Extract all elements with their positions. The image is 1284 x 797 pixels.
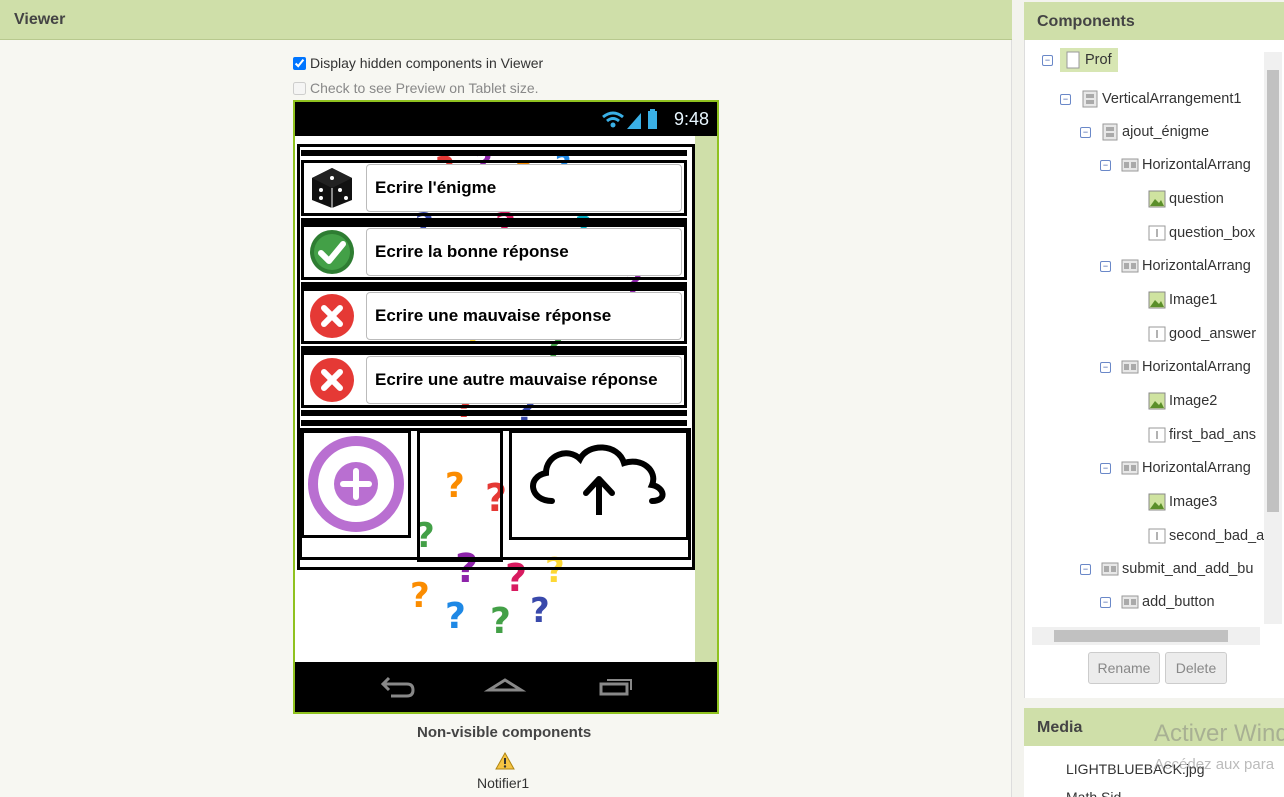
phone-preview: 9:48 ? ? ? ? ? ? ? ? ? ? ? ? ? ? ? ? Ecr… — [293, 100, 719, 714]
horizontal-arrangement-icon — [1121, 461, 1139, 475]
tree-node[interactable]: question_box — [1148, 221, 1255, 245]
status-icons — [602, 109, 657, 129]
tree-vertical-scrollbar[interactable] — [1264, 52, 1282, 624]
phone-status-bar: 9:48 — [295, 102, 717, 136]
non-visible-title: Non-visible components — [417, 724, 592, 741]
activation-watermark: Activer Wind — [1154, 720, 1284, 747]
cloud-upload-icon — [530, 444, 666, 515]
image-icon — [1148, 493, 1166, 511]
horizontal-arrangement-icon — [1121, 595, 1139, 609]
row-good-answer: Ecrire la bonne réponse — [301, 224, 687, 280]
arrangement-divider — [301, 420, 687, 426]
phone-screen: ? ? ? ? ? ? ? ? ? ? ? ? ? ? ? ? ? ? ? ? — [295, 136, 717, 664]
collapse-icon[interactable]: − — [1080, 126, 1091, 138]
image-icon — [1148, 291, 1166, 309]
tree-node[interactable]: − add_button — [1100, 590, 1215, 614]
collapse-icon[interactable]: − — [1100, 596, 1111, 608]
collapse-icon[interactable]: − — [1100, 260, 1111, 272]
row-bad-answer-1: Ecrire une mauvaise réponse — [301, 288, 687, 344]
tree-node[interactable]: second_bad_a — [1148, 524, 1264, 548]
spacer-cell — [417, 430, 503, 562]
vertical-arrangement-icon — [1102, 123, 1118, 141]
collapse-icon[interactable]: − — [1042, 54, 1053, 66]
tablet-preview-option[interactable]: Check to see Preview on Tablet size. — [293, 80, 539, 96]
notifier-icon — [495, 752, 515, 770]
tree-horizontal-scrollbar[interactable] — [1032, 627, 1260, 645]
scrollbar-thumb[interactable] — [1267, 70, 1279, 512]
screen-scroll-strip — [695, 136, 717, 664]
good-answer-button[interactable]: Ecrire la bonne réponse — [366, 228, 682, 276]
image-icon — [1148, 190, 1166, 208]
tree-node[interactable]: Image1 — [1148, 288, 1217, 312]
collapse-icon[interactable]: − — [1080, 563, 1091, 575]
horizontal-arrangement-icon — [1121, 360, 1139, 374]
add-button[interactable] — [301, 430, 411, 538]
tree-node[interactable]: − submit_and_add_bu — [1080, 557, 1253, 581]
tree-node[interactable]: Image2 — [1148, 389, 1217, 413]
scrollbar-thumb[interactable] — [1054, 630, 1228, 642]
dice-icon — [304, 163, 360, 213]
components-title: Components — [1037, 13, 1135, 30]
tree-node[interactable]: Image3 — [1148, 490, 1217, 514]
tree-node[interactable]: − HorizontalArrang — [1100, 355, 1251, 379]
phone-clock: 9:48 — [673, 109, 709, 129]
display-hidden-checkbox[interactable] — [293, 56, 306, 70]
tree-node[interactable]: − VerticalArrangement1 — [1060, 87, 1241, 111]
textbox-icon — [1148, 528, 1166, 544]
components-header: Components — [1024, 2, 1284, 40]
red-x-icon — [304, 291, 360, 341]
delete-button[interactable]: Delete — [1165, 652, 1227, 684]
tree-node[interactable]: − HorizontalArrang — [1100, 153, 1251, 177]
row-question: Ecrire l'énigme — [301, 160, 687, 216]
rename-button[interactable]: Rename — [1088, 652, 1160, 684]
arrangement-divider — [301, 150, 687, 156]
green-check-icon — [304, 227, 360, 277]
row-bad-answer-2: Ecrire une autre mauvaise réponse — [301, 352, 687, 408]
textbox-icon — [1148, 225, 1166, 241]
tree-node[interactable]: good_answer — [1148, 322, 1256, 346]
horizontal-arrangement-icon — [1121, 158, 1139, 172]
screen-icon — [1066, 51, 1080, 69]
tree-node[interactable]: − HorizontalArrang — [1100, 254, 1251, 278]
notifier-label[interactable]: Notifier1 — [477, 775, 529, 791]
display-hidden-label: Display hidden components in Viewer — [310, 55, 544, 71]
horizontal-arrangement-icon — [1101, 562, 1119, 576]
vertical-arrangement-icon — [1082, 90, 1098, 108]
tree-node[interactable]: − ajout_énigme — [1080, 120, 1209, 144]
tree-node-prof[interactable]: − Prof — [1042, 48, 1118, 72]
tablet-preview-label: Check to see Preview on Tablet size. — [310, 80, 539, 96]
home-icon — [483, 678, 527, 692]
arrangement-divider — [301, 410, 687, 416]
image-icon — [1148, 392, 1166, 410]
collapse-icon[interactable]: − — [1100, 361, 1111, 373]
tree-node[interactable]: first_bad_ans — [1148, 423, 1256, 447]
red-x-icon — [304, 355, 360, 405]
textbox-icon — [1148, 326, 1166, 342]
media-title: Media — [1037, 719, 1083, 736]
bad-answer-button[interactable]: Ecrire une mauvaise réponse — [366, 292, 682, 340]
display-hidden-option[interactable]: Display hidden components in Viewer — [293, 55, 543, 71]
recents-icon — [599, 679, 632, 696]
tree-node[interactable]: − HorizontalArrang — [1100, 456, 1251, 480]
back-icon — [380, 676, 415, 698]
tree-node[interactable]: question — [1148, 187, 1224, 211]
activation-watermark-subtitle: Accédez aux para — [1154, 756, 1275, 773]
submit-button[interactable] — [509, 430, 689, 540]
media-item[interactable]: Math Sid... — [1066, 789, 1133, 797]
collapse-icon[interactable]: − — [1060, 93, 1071, 105]
viewer-title: Viewer — [14, 11, 66, 28]
tablet-preview-checkbox[interactable] — [293, 81, 306, 95]
viewer-header: Viewer — [0, 0, 1012, 40]
collapse-icon[interactable]: − — [1100, 159, 1111, 171]
collapse-icon[interactable]: − — [1100, 462, 1111, 474]
app-root: Viewer Display hidden components in View… — [0, 0, 1284, 797]
component-tree: − Prof − VerticalArrangement1 − ajout_én… — [1032, 46, 1264, 626]
horizontal-arrangement-icon — [1121, 259, 1139, 273]
phone-nav-bar — [295, 662, 717, 712]
second-bad-answer-button[interactable]: Ecrire une autre mauvaise réponse — [366, 356, 682, 404]
textbox-icon — [1148, 427, 1166, 443]
question-button[interactable]: Ecrire l'énigme — [366, 164, 682, 212]
add-circle-icon — [308, 436, 404, 532]
